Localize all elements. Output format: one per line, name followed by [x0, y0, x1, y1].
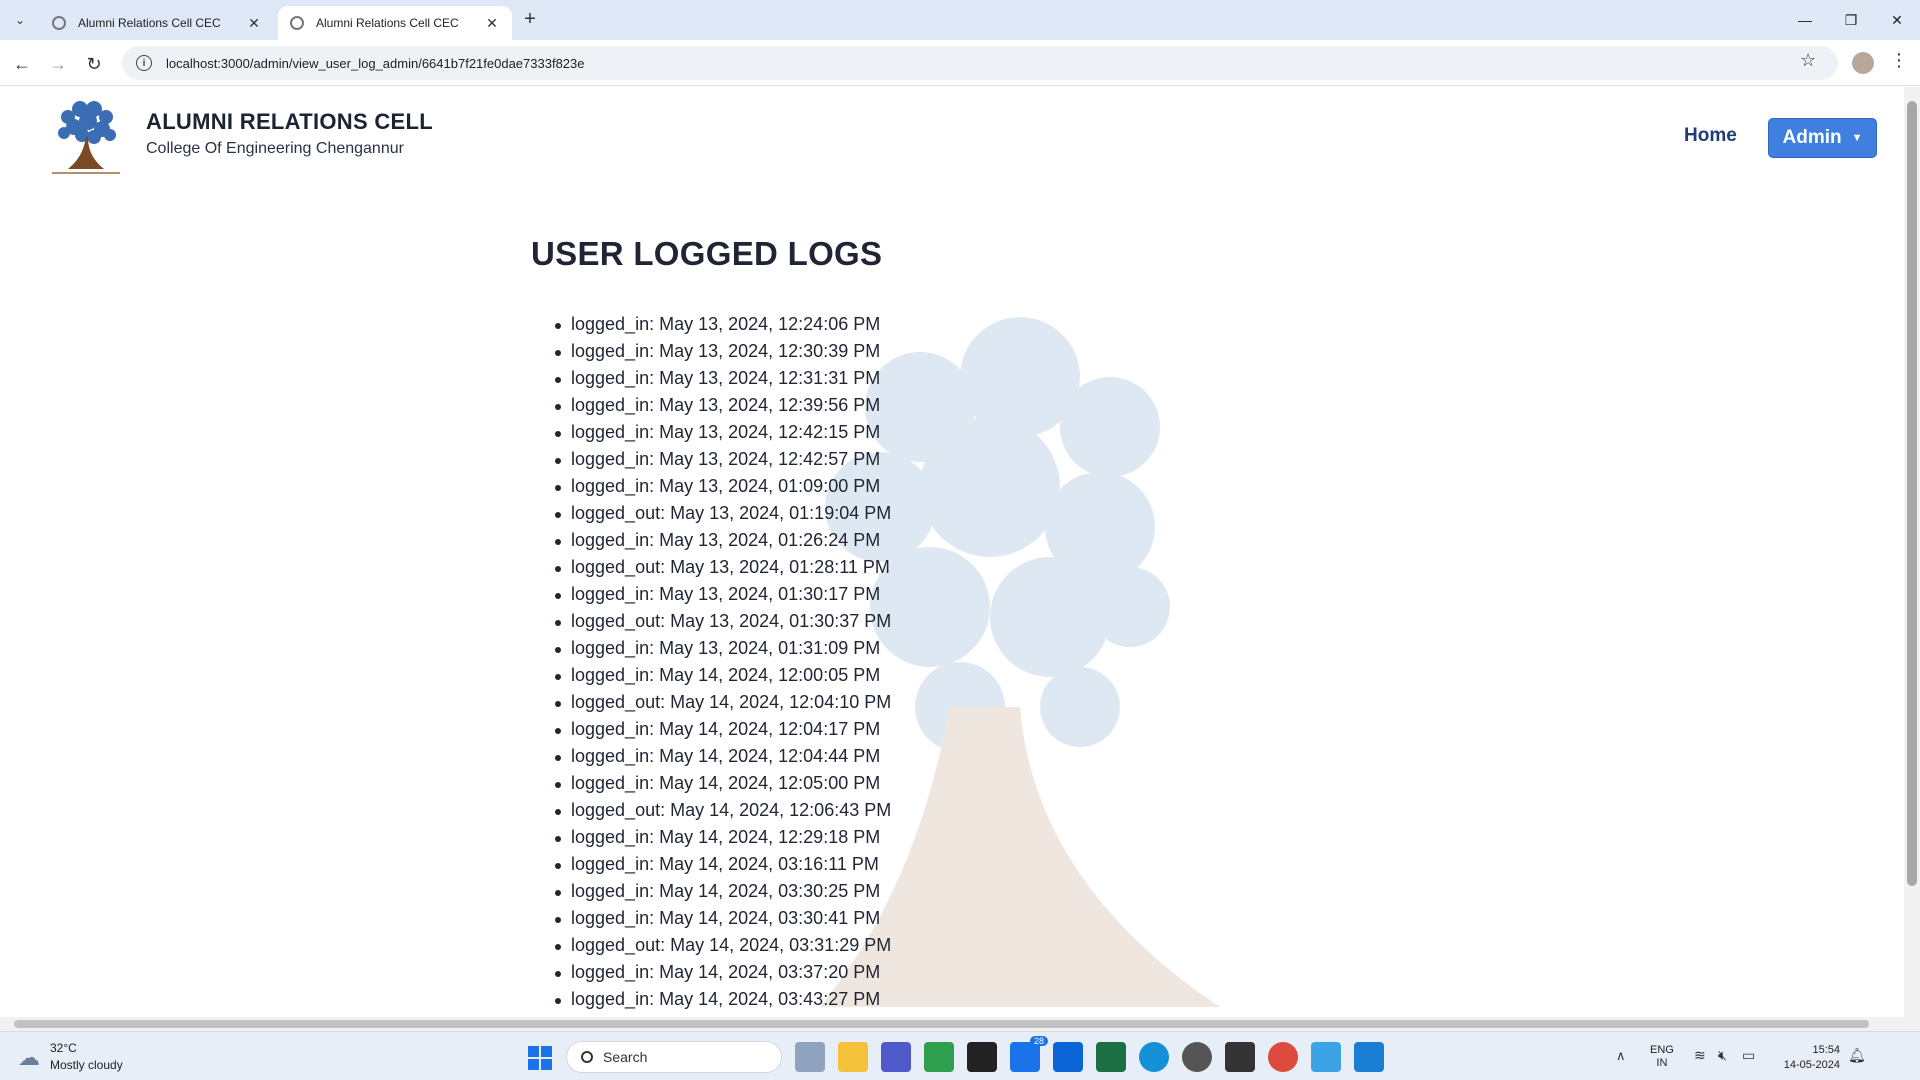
log-entry: logged_out: May 13, 2024, 01:19:04 PM [554, 500, 891, 527]
close-icon[interactable]: ✕ [484, 15, 500, 32]
edge-icon[interactable] [1139, 1042, 1169, 1072]
menu-kebab-icon[interactable]: ⋮ [1890, 50, 1908, 71]
globe-icon [52, 16, 66, 30]
excel-icon[interactable] [1096, 1042, 1126, 1072]
minimize-icon[interactable]: — [1782, 6, 1828, 34]
tab-title: Alumni Relations Cell CEC [78, 16, 221, 30]
scrollbar-thumb[interactable] [1907, 101, 1917, 886]
taskbar: ☁ 32°C Mostly cloudy Search 28 ∧ ENG IN … [0, 1031, 1920, 1080]
terminal-icon[interactable] [967, 1042, 997, 1072]
caret-down-icon: ▼ [1851, 132, 1863, 144]
speaker-mute-icon[interactable]: 🔇︎ [1718, 1047, 1727, 1064]
log-entry: logged_out: May 14, 2024, 12:06:43 PM [554, 797, 891, 824]
browser-toolbar: ← → ↻ i localhost:3000/admin/view_user_l… [0, 40, 1920, 86]
file-explorer-icon[interactable] [838, 1042, 868, 1072]
site-subtitle: College Of Engineering Chengannur [146, 140, 404, 157]
weather-temperature[interactable]: 32°C [50, 1041, 77, 1055]
address-bar[interactable]: i localhost:3000/admin/view_user_log_adm… [122, 46, 1838, 80]
weather-description[interactable]: Mostly cloudy [50, 1058, 123, 1072]
forward-arrow-icon[interactable]: → [44, 50, 72, 78]
log-list: logged_in: May 13, 2024, 12:24:06 PM logg… [554, 311, 891, 1013]
nav-home-link[interactable]: Home [1684, 125, 1737, 147]
notification-bell-icon[interactable]: 🔔︎ [1848, 1047, 1866, 1064]
close-icon[interactable]: ✕ [246, 15, 262, 32]
log-entry: logged_in: May 13, 2024, 12:39:56 PM [554, 392, 891, 419]
region-code: IN [1656, 1057, 1668, 1069]
log-entry: logged_in: May 14, 2024, 03:43:27 PM [554, 986, 891, 1013]
teams-icon[interactable] [881, 1042, 911, 1072]
mail-badge: 28 [1030, 1036, 1049, 1046]
log-entry: logged_out: May 13, 2024, 01:28:11 PM [554, 554, 891, 581]
vertical-scrollbar[interactable] [1904, 87, 1920, 1017]
chevron-up-icon[interactable]: ∧ [1616, 1048, 1626, 1064]
battery-icon[interactable]: ▭ [1742, 1047, 1755, 1064]
green-app-icon[interactable] [924, 1042, 954, 1072]
tab-strip: ⌄ Alumni Relations Cell CEC ✕ Alumni Rel… [0, 0, 1920, 40]
log-entry: logged_in: May 14, 2024, 03:30:41 PM [554, 905, 891, 932]
admin-dropdown-button[interactable]: Admin ▼ [1768, 118, 1877, 158]
new-tab-icon[interactable]: + [518, 8, 542, 32]
log-entry: logged_in: May 13, 2024, 01:26:24 PM [554, 527, 891, 554]
blue-app-icon[interactable] [1053, 1042, 1083, 1072]
dark-app-icon[interactable] [1225, 1042, 1255, 1072]
url-text[interactable]: localhost:3000/admin/view_user_log_admin… [166, 56, 585, 71]
profile-avatar[interactable] [1852, 52, 1874, 74]
page-viewport: ALUMNI RELATIONS CELL College Of Enginee… [0, 87, 1904, 1017]
log-entry: logged_in: May 13, 2024, 01:09:00 PM [554, 473, 891, 500]
tree-logo [52, 101, 120, 174]
page-heading: USER LOGGED LOGS [531, 235, 883, 272]
log-entry: logged_in: May 14, 2024, 12:04:17 PM [554, 716, 891, 743]
log-entry: logged_out: May 14, 2024, 12:04:10 PM [554, 689, 891, 716]
clock[interactable]: 15:54 14-05-2024 [1774, 1043, 1840, 1073]
log-entry: logged_in: May 13, 2024, 01:30:17 PM [554, 581, 891, 608]
language-indicator[interactable]: ENG IN [1650, 1044, 1674, 1070]
vscode-icon[interactable] [1354, 1042, 1384, 1072]
horizontal-scrollbar[interactable] [0, 1017, 1920, 1031]
chrome-icon[interactable] [1268, 1042, 1298, 1072]
tab-search-chevron-icon[interactable]: ⌄ [8, 8, 32, 32]
bookmark-star-icon[interactable]: ☆ [1800, 50, 1816, 71]
mail-icon[interactable] [1010, 1042, 1040, 1072]
site-title: ALUMNI RELATIONS CELL [146, 109, 433, 134]
clock-time: 15:54 [1812, 1044, 1840, 1056]
log-entry: logged_in: May 13, 2024, 12:42:15 PM [554, 419, 891, 446]
log-entry: logged_in: May 13, 2024, 12:42:57 PM [554, 446, 891, 473]
task-view-icon[interactable] [795, 1042, 825, 1072]
camera-app-icon[interactable] [1182, 1042, 1212, 1072]
window-close-icon[interactable]: ✕ [1874, 6, 1920, 34]
search-label: Search [603, 1049, 648, 1065]
reload-icon[interactable]: ↻ [80, 50, 108, 78]
tab-inactive[interactable]: Alumni Relations Cell CEC ✕ [40, 6, 274, 40]
taskbar-search[interactable]: Search [566, 1041, 782, 1073]
log-entry: logged_in: May 14, 2024, 12:04:44 PM [554, 743, 891, 770]
log-entry: logged_in: May 14, 2024, 12:05:00 PM [554, 770, 891, 797]
log-entry: logged_in: May 14, 2024, 03:30:25 PM [554, 878, 891, 905]
wifi-icon[interactable]: ≋ [1694, 1047, 1706, 1064]
log-entry: logged_in: May 14, 2024, 12:00:05 PM [554, 662, 891, 689]
globe-icon [290, 16, 304, 30]
back-arrow-icon[interactable]: ← [8, 50, 36, 78]
cloud-icon[interactable]: ☁ [18, 1045, 40, 1071]
clock-date: 14-05-2024 [1783, 1059, 1840, 1071]
log-entry: logged_in: May 13, 2024, 12:30:39 PM [554, 338, 891, 365]
restore-icon[interactable]: ❐ [1828, 6, 1874, 34]
tab-title: Alumni Relations Cell CEC [316, 16, 459, 30]
lang-code: ENG [1650, 1044, 1674, 1056]
log-entry: logged_in: May 13, 2024, 12:31:31 PM [554, 365, 891, 392]
admin-label: Admin [1782, 127, 1842, 148]
log-entry: logged_in: May 14, 2024, 03:37:20 PM [554, 959, 891, 986]
notepad-icon[interactable] [1311, 1042, 1341, 1072]
tab-active[interactable]: Alumni Relations Cell CEC ✕ [278, 6, 512, 40]
scrollbar-thumb[interactable] [14, 1020, 1869, 1028]
log-entry: logged_out: May 14, 2024, 03:31:29 PM [554, 932, 891, 959]
site-info-icon[interactable]: i [136, 55, 152, 71]
log-entry: logged_in: May 14, 2024, 12:29:18 PM [554, 824, 891, 851]
log-entry: logged_out: May 13, 2024, 01:30:37 PM [554, 608, 891, 635]
log-entry: logged_in: May 13, 2024, 12:24:06 PM [554, 311, 891, 338]
log-entry: logged_in: May 13, 2024, 01:31:09 PM [554, 635, 891, 662]
search-icon [581, 1051, 593, 1063]
windows-start-icon[interactable] [528, 1046, 552, 1070]
log-entry: logged_in: May 14, 2024, 03:16:11 PM [554, 851, 891, 878]
